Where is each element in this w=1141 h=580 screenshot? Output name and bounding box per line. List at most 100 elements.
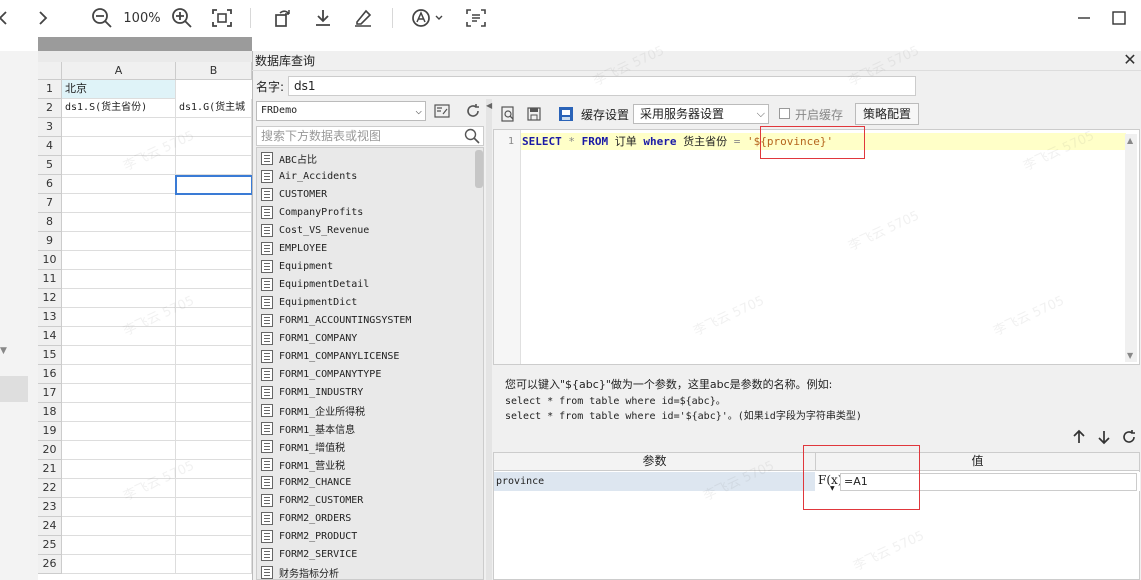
sheet-cell[interactable] xyxy=(62,308,176,327)
sheet-cell[interactable] xyxy=(62,213,176,232)
preview-icon[interactable] xyxy=(498,104,518,124)
edit-icon[interactable] xyxy=(351,6,375,30)
table-list-item[interactable]: FORM2_ORDERS xyxy=(257,509,483,527)
table-list-item[interactable]: CUSTOMER xyxy=(257,185,483,203)
table-search-input[interactable]: 搜索下方数据表或视图 xyxy=(256,126,484,146)
table-list-item[interactable]: Cost_VS_Revenue xyxy=(257,221,483,239)
sheet-cell[interactable] xyxy=(62,327,176,346)
row-header[interactable]: 23 xyxy=(38,498,62,517)
sidebar-tab[interactable] xyxy=(0,376,28,402)
row-header[interactable]: 24 xyxy=(38,517,62,536)
row-header[interactable]: 5 xyxy=(38,156,62,175)
cell-a1[interactable]: 北京 xyxy=(62,80,176,99)
sheet-cell[interactable] xyxy=(176,270,252,289)
sheet-cell[interactable] xyxy=(62,384,176,403)
sheet-cell[interactable] xyxy=(176,365,252,384)
collapse-arrow-icon[interactable]: ▼ xyxy=(0,346,12,356)
sheet-cell[interactable] xyxy=(176,536,252,555)
row-header[interactable]: 22 xyxy=(38,479,62,498)
editor-scrollbar[interactable]: ▲ ▼ xyxy=(1125,134,1137,362)
zoom-level[interactable]: 100% xyxy=(122,6,162,30)
back-icon[interactable] xyxy=(0,6,10,30)
minimize-icon[interactable] xyxy=(1074,6,1094,30)
sheet-cell[interactable] xyxy=(62,441,176,460)
table-list-item[interactable]: Equipment xyxy=(257,257,483,275)
selected-cell-b6[interactable] xyxy=(175,175,253,195)
table-list-item[interactable]: FORM1_基本信息 xyxy=(257,419,483,437)
sheet-cell[interactable] xyxy=(176,384,252,403)
sheet-cell[interactable] xyxy=(62,270,176,289)
fit-screen-icon[interactable] xyxy=(210,6,234,30)
cell-a2[interactable]: ds1.S(货主省份) xyxy=(62,99,176,118)
cache-mode-select[interactable]: 采用服务器设置 ⌵ xyxy=(633,104,769,124)
refresh-icon[interactable] xyxy=(463,101,483,121)
sheet-cell[interactable] xyxy=(62,365,176,384)
table-list-item[interactable]: EquipmentDetail xyxy=(257,275,483,293)
row-header[interactable]: 9 xyxy=(38,232,62,251)
pane-splitter[interactable]: ◀ xyxy=(486,99,492,580)
row-header[interactable]: 25 xyxy=(38,536,62,555)
sheet-cell[interactable] xyxy=(62,156,176,175)
table-list-scrollbar[interactable] xyxy=(475,150,483,188)
sql-editor[interactable] xyxy=(493,129,1140,365)
sheet-cell[interactable] xyxy=(176,137,252,156)
strategy-config-button[interactable]: 策略配置 xyxy=(855,103,919,125)
table-list-item[interactable]: EMPLOYEE xyxy=(257,239,483,257)
table-list-item[interactable]: FORM2_SERVICE xyxy=(257,545,483,563)
row-header[interactable]: 26 xyxy=(38,555,62,574)
download-icon[interactable] xyxy=(311,6,335,30)
table-list-item[interactable]: FORM1_ACCOUNTINGSYSTEM xyxy=(257,311,483,329)
row-header[interactable]: 21 xyxy=(38,460,62,479)
sheet-cell[interactable] xyxy=(176,213,252,232)
param-name-cell[interactable]: province xyxy=(494,472,815,491)
row-header[interactable]: 4 xyxy=(38,137,62,156)
table-list-item[interactable]: CompanyProfits xyxy=(257,203,483,221)
row-header[interactable]: 6 xyxy=(38,175,62,194)
sheet-cell[interactable] xyxy=(62,403,176,422)
zoom-out-icon[interactable] xyxy=(90,6,114,30)
table-list-item[interactable]: Air_Accidents xyxy=(257,167,483,185)
sheet-cell[interactable] xyxy=(176,327,252,346)
table-list-item[interactable]: FORM1_增值税 xyxy=(257,437,483,455)
sheet-cell[interactable] xyxy=(62,232,176,251)
sheet-cell[interactable] xyxy=(62,251,176,270)
sheet-cell[interactable] xyxy=(62,498,176,517)
row-header[interactable]: 15 xyxy=(38,346,62,365)
move-up-icon[interactable] xyxy=(1071,429,1087,448)
table-list-item[interactable]: ABC占比 xyxy=(257,149,483,167)
sheet-cell[interactable] xyxy=(62,137,176,156)
table-list-item[interactable]: FORM1_COMPANY xyxy=(257,329,483,347)
table-list-item[interactable]: EquipmentDict xyxy=(257,293,483,311)
edit-connection-icon[interactable] xyxy=(432,101,452,121)
search-icon[interactable] xyxy=(464,128,480,147)
sheet-cell[interactable] xyxy=(62,517,176,536)
row-header[interactable]: 16 xyxy=(38,365,62,384)
sheet-cell[interactable] xyxy=(62,175,176,194)
sheet-cell[interactable] xyxy=(176,460,252,479)
row-header[interactable]: 10 xyxy=(38,251,62,270)
row-header[interactable]: 18 xyxy=(38,403,62,422)
sheet-cell[interactable] xyxy=(62,555,176,574)
enable-cache-checkbox[interactable] xyxy=(779,108,790,119)
row-header[interactable]: 3 xyxy=(38,118,62,137)
table-list-item[interactable]: FORM1_INDUSTRY xyxy=(257,383,483,401)
forward-icon[interactable] xyxy=(34,6,52,30)
row-header[interactable]: 17 xyxy=(38,384,62,403)
sheet-cell[interactable] xyxy=(62,422,176,441)
sheet-cell[interactable] xyxy=(62,194,176,213)
row-header[interactable]: 1 xyxy=(38,80,62,99)
database-select[interactable]: FRDemo ⌵ xyxy=(256,101,426,121)
table-list-item[interactable]: FORM1_营业税 xyxy=(257,455,483,473)
refresh-params-icon[interactable] xyxy=(1121,429,1137,448)
row-header[interactable]: 7 xyxy=(38,194,62,213)
sheet-cell[interactable] xyxy=(176,251,252,270)
maximize-icon[interactable] xyxy=(1109,6,1129,30)
close-icon[interactable]: ✕ xyxy=(1122,52,1138,68)
scan-icon[interactable] xyxy=(464,6,488,30)
table-list-item[interactable]: FORM1_COMPANYLICENSE xyxy=(257,347,483,365)
sheet-cell[interactable] xyxy=(176,555,252,574)
cell-b2[interactable]: ds1.G(货主城 xyxy=(176,99,252,118)
sheet-cell[interactable] xyxy=(176,156,252,175)
row-header[interactable]: 8 xyxy=(38,213,62,232)
row-header[interactable]: 13 xyxy=(38,308,62,327)
